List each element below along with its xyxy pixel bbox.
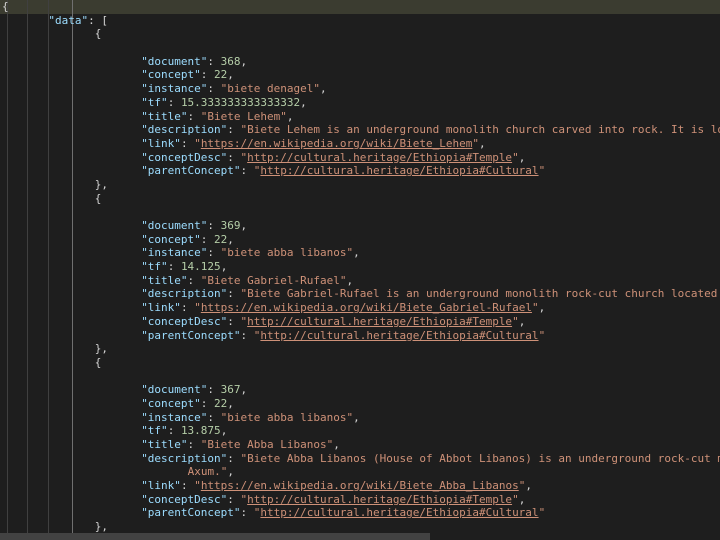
field-conceptdesc-1: "conceptDesc": "http://cultural.heritage… <box>141 314 526 328</box>
field-title-2: "title": "Biete Abba Libanos", <box>141 438 340 451</box>
field-document-1: "document": 369, <box>141 219 248 232</box>
field-parentconcept-1: "parentConcept": "http://cultural.herita… <box>141 328 546 342</box>
field-conceptdesc-0: "conceptDesc": "http://cultural.heritage… <box>141 150 526 164</box>
field-instance-1: "instance": "biete abba libanos", <box>141 246 360 260</box>
field-parentconcept-0: "parentConcept": "http://cultural.herita… <box>141 164 546 178</box>
field-description-0: "description": "Biete Lehem is an underg… <box>141 123 720 137</box>
json-editor-viewport[interactable]: {"data": [{"document": 368, "concept": 22… <box>0 0 720 540</box>
horizontal-scrollbar-thumb[interactable] <box>0 533 430 540</box>
field-tf-2: "tf": 13.875, <box>141 424 228 438</box>
record-open-2: { <box>94 355 102 369</box>
field-document-2: "document": 367, <box>141 383 248 397</box>
field-concept-0: "concept": 22, <box>141 68 234 82</box>
record-open-0: { <box>94 27 102 41</box>
horizontal-scrollbar-track[interactable] <box>0 533 720 540</box>
json-code-content[interactable]: {"data": [{"document": 368, "concept": 22… <box>0 0 720 540</box>
field-link-2: "link": "https://en.wikipedia.org/wiki/B… <box>141 479 532 493</box>
field-description-wrap-2: Axum.", <box>187 465 234 479</box>
field-document-0: "document": 368, <box>141 54 248 68</box>
field-description-2: "description": "Biete Abba Libanos (Hous… <box>141 451 720 465</box>
record-close-2: }, <box>94 520 109 534</box>
field-tf-1: "tf": 14.125, <box>141 260 228 274</box>
record-blank-1 <box>0 205 720 219</box>
field-link-0: "link": "https://en.wikipedia.org/wiki/B… <box>141 136 486 150</box>
field-description-1: "description": "Biete Gabriel-Rufael is … <box>141 287 718 301</box>
field-parentconcept-2: "parentConcept": "http://cultural.herita… <box>141 506 546 520</box>
record-close-1: }, <box>94 342 109 356</box>
json-root-open: { <box>2 0 9 13</box>
field-concept-1: "concept": 22, <box>141 232 234 246</box>
field-title-1: "title": "Biete Gabriel-Rufael", <box>141 273 354 287</box>
field-tf-0: "tf": 15.333333333333332, <box>141 95 307 109</box>
record-open-1: { <box>94 191 102 205</box>
field-link-1: "link": "https://en.wikipedia.org/wiki/B… <box>141 301 546 315</box>
field-concept-2: "concept": 22, <box>141 396 234 410</box>
field-conceptdesc-2: "conceptDesc": "http://cultural.heritage… <box>141 492 526 506</box>
field-instance-0: "instance": "biete denagel", <box>141 82 327 96</box>
record-blank-2 <box>0 370 720 384</box>
record-close-0: }, <box>94 177 109 191</box>
record-blank-0 <box>0 41 720 55</box>
field-title-0: "title": "Biete Lehem", <box>141 109 294 123</box>
json-data-array-open: "data": [ <box>48 13 109 27</box>
field-instance-2: "instance": "biete abba libanos", <box>141 410 360 424</box>
